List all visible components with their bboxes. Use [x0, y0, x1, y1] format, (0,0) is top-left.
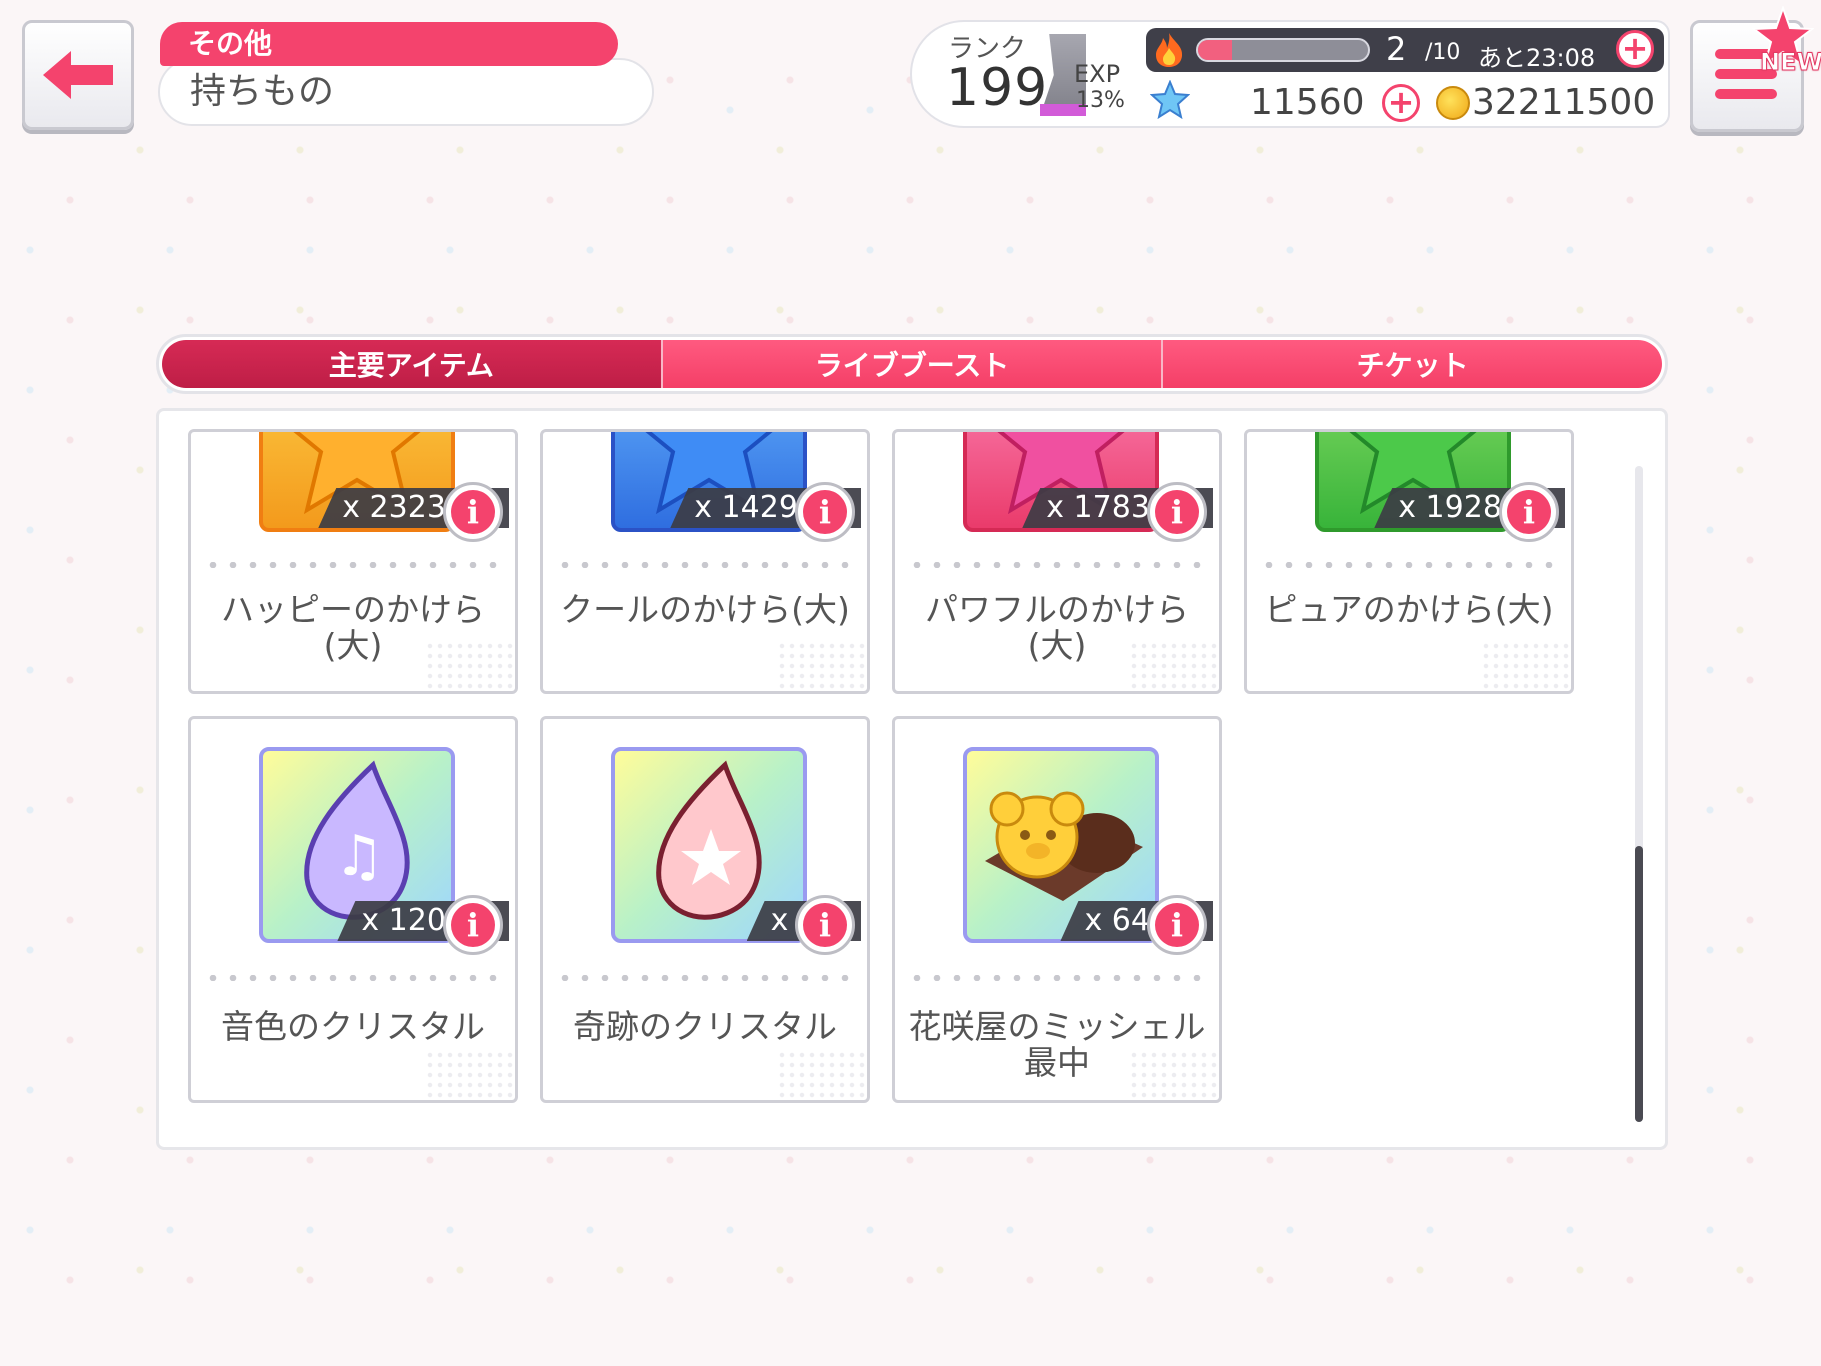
item-list-panel[interactable]: x 23233 i ハッピーのかけら(大) x 14298 i クールのかけら(…	[156, 408, 1668, 1150]
tab-live-boost[interactable]: ライブブースト	[662, 340, 1164, 388]
card-pattern	[777, 1050, 867, 1100]
divider	[203, 562, 503, 568]
card-pattern	[777, 641, 867, 691]
back-button[interactable]	[22, 20, 134, 130]
item-name: 奇跡のクリスタル	[573, 1007, 837, 1046]
card-pattern	[425, 1050, 515, 1100]
item-category-tabs: 主要アイテム ライブブースト チケット	[156, 334, 1668, 394]
item-card[interactable]: x 19284 i ピュアのかけら(大)	[1244, 429, 1574, 694]
info-icon: i	[803, 903, 847, 947]
card-pattern	[1481, 641, 1571, 691]
info-button[interactable]: i	[1147, 482, 1207, 542]
info-button[interactable]: i	[795, 895, 855, 955]
back-arrow-icon	[43, 51, 113, 99]
category-label: その他	[160, 22, 618, 66]
info-icon: i	[451, 903, 495, 947]
tab-main-items[interactable]: 主要アイテム	[162, 340, 663, 388]
divider	[555, 562, 855, 568]
item-card[interactable]: x 1 i 奇跡のクリスタル	[540, 716, 870, 1103]
rank-value: 199	[946, 58, 1049, 118]
item-card[interactable]: ♫ x 1200 i 音色のクリスタル	[188, 716, 518, 1103]
coin-icon	[1436, 86, 1470, 120]
item-name: ピュアのかけら(大)	[1264, 590, 1554, 629]
new-badge: NEW	[1760, 48, 1821, 77]
info-icon: i	[1155, 903, 1199, 947]
exp-percent: 13%	[1076, 88, 1125, 113]
item-card[interactable]: x 647 i 花咲屋のミッシェル最中	[892, 716, 1222, 1103]
page-title: 持ちもの	[158, 58, 654, 126]
buy-star-gems-button[interactable]: +	[1382, 84, 1420, 122]
tab-tickets[interactable]: チケット	[1163, 340, 1663, 388]
divider	[907, 562, 1207, 568]
menu-line	[1715, 89, 1777, 99]
card-pattern	[425, 641, 515, 691]
info-button[interactable]: i	[443, 895, 503, 955]
info-icon: i	[803, 490, 847, 534]
info-button[interactable]: i	[443, 482, 503, 542]
card-pattern	[1129, 641, 1219, 691]
stamina-max: /10	[1425, 40, 1461, 65]
info-button[interactable]: i	[1499, 482, 1559, 542]
star-gem-count: 11560	[1250, 82, 1365, 123]
item-name: 音色のクリスタル	[221, 1007, 485, 1046]
info-icon: i	[1507, 490, 1551, 534]
info-icon: i	[451, 490, 495, 534]
info-button[interactable]: i	[1147, 895, 1207, 955]
divider	[203, 975, 503, 981]
stamina-current: 2	[1386, 30, 1407, 68]
star-gem-icon	[1150, 80, 1190, 120]
scrollbar-thumb[interactable]	[1635, 846, 1643, 1122]
svg-text:♫: ♫	[334, 824, 384, 889]
item-card[interactable]: x 14298 i クールのかけら(大)	[540, 429, 870, 694]
item-name: クールのかけら(大)	[560, 590, 850, 629]
info-icon: i	[1155, 490, 1199, 534]
item-card[interactable]: x 17832 i パワフルのかけら(大)	[892, 429, 1222, 694]
info-button[interactable]: i	[795, 482, 855, 542]
divider	[1259, 562, 1559, 568]
stamina-gauge	[1196, 38, 1370, 62]
exp-label: EXP	[1074, 60, 1121, 88]
stamina-gauge-fill	[1198, 40, 1232, 60]
stamina-timer: あと23:08	[1478, 44, 1596, 72]
recover-stamina-button[interactable]: +	[1616, 30, 1654, 68]
flame-icon	[1156, 33, 1183, 67]
divider	[555, 975, 855, 981]
coin-count: 32211500	[1472, 82, 1656, 123]
card-pattern	[1129, 1050, 1219, 1100]
item-card[interactable]: x 23233 i ハッピーのかけら(大)	[188, 429, 518, 694]
divider	[907, 975, 1207, 981]
